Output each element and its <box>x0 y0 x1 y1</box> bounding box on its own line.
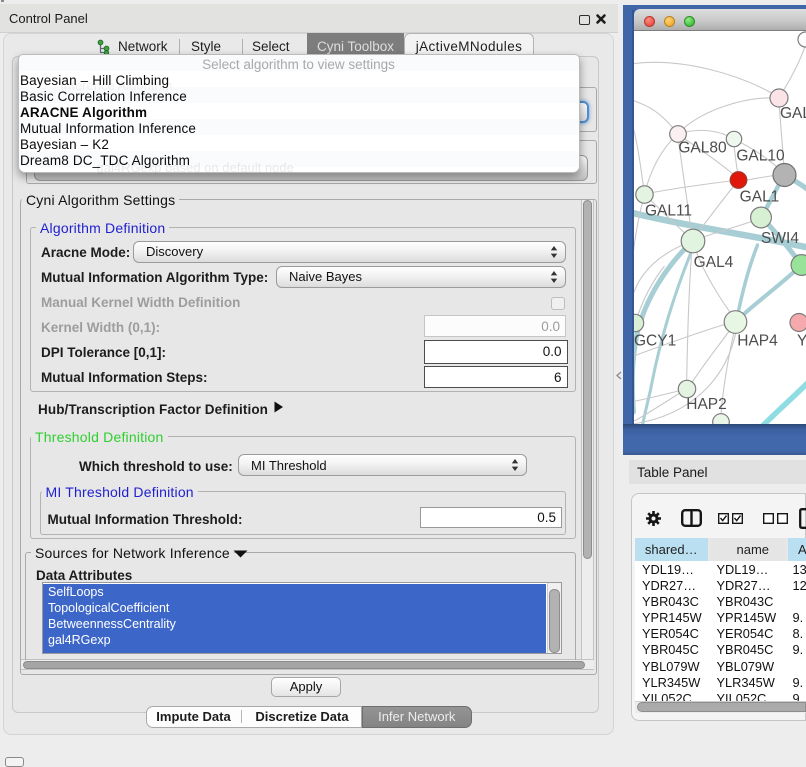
svg-text:SWI4: SWI4 <box>761 230 799 247</box>
svg-text:GAL11: GAL11 <box>644 203 691 220</box>
svg-text:GAL80: GAL80 <box>678 140 727 157</box>
svg-text:GAL1: GAL1 <box>739 189 779 206</box>
svg-text:Y: Y <box>797 333 806 350</box>
svg-text:GCY1: GCY1 <box>634 333 676 350</box>
svg-text:HAP4: HAP4 <box>737 333 778 350</box>
svg-text:GAL4: GAL4 <box>693 254 733 271</box>
svg-text:GAL: GAL <box>780 105 806 122</box>
svg-text:GAL10: GAL10 <box>736 148 785 165</box>
svg-text:HAP2: HAP2 <box>686 396 727 413</box>
